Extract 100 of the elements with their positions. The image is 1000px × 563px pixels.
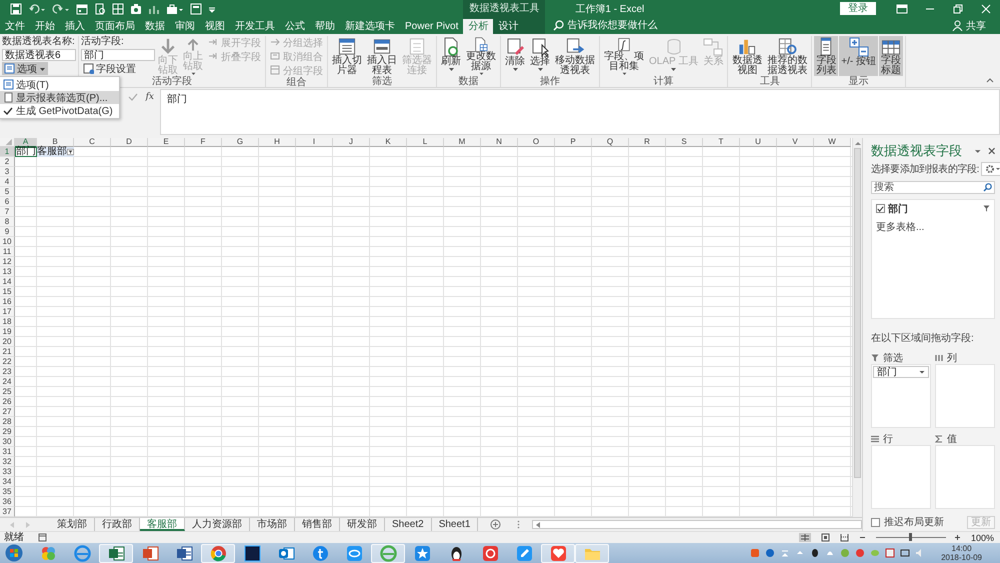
row-header[interactable]: 18 (0, 317, 15, 327)
ribbon-tab[interactable]: 新建选项卡 (340, 19, 400, 34)
zoom-out-icon[interactable] (858, 534, 866, 541)
ribbon-display-icon[interactable] (896, 4, 908, 14)
collapse-ribbon-icon[interactable] (986, 77, 994, 83)
checkbox[interactable] (876, 204, 885, 214)
menu-item[interactable]: 选项(T) (0, 78, 119, 91)
column-header[interactable]: K (370, 138, 407, 147)
row-header[interactable]: 29 (0, 427, 15, 437)
row-header[interactable]: 31 (0, 447, 15, 457)
row-header[interactable]: 17 (0, 307, 15, 317)
row-header[interactable]: 13 (0, 267, 15, 277)
ribbon-button[interactable]: +/- 按钮 (839, 36, 878, 76)
ribbon-tab[interactable]: 审阅 (170, 19, 200, 34)
zoom-level[interactable]: 100% (970, 532, 994, 542)
ribbon-tab[interactable]: Power Pivot (400, 19, 464, 34)
row-header[interactable]: 22 (0, 357, 15, 367)
row-header[interactable]: 15 (0, 287, 15, 297)
insert-function-button[interactable]: fx (146, 92, 154, 102)
column-header[interactable]: V (777, 138, 814, 147)
ribbon-button[interactable]: 字段、项目和集 (602, 36, 646, 76)
splitter-icon[interactable] (517, 520, 520, 529)
calendar-icon[interactable] (76, 2, 88, 14)
horizontal-scrollbar[interactable] (532, 520, 862, 529)
scroll-up-icon[interactable] (854, 140, 862, 146)
column-header[interactable]: L (407, 138, 444, 147)
scroll-left-icon[interactable] (535, 520, 541, 528)
area-field-item[interactable]: 部门 (873, 366, 929, 378)
form-icon[interactable] (190, 2, 202, 14)
toolbox-icon[interactable] (166, 2, 184, 14)
row-header[interactable]: 4 (0, 177, 15, 187)
ribbon-button[interactable]: 插入切片器 (330, 36, 364, 76)
camera-icon[interactable] (130, 2, 142, 14)
column-header[interactable]: E (148, 138, 185, 147)
menu-item[interactable]: 生成 GetPivotData(G) (0, 104, 119, 117)
formula-field[interactable]: 部门 (160, 89, 1000, 135)
slider-thumb[interactable] (909, 533, 912, 541)
column-header[interactable]: D (111, 138, 148, 147)
zoom-in-icon[interactable] (954, 534, 961, 541)
row-header[interactable]: 5 (0, 187, 15, 197)
ribbon-tab[interactable]: 分析 (463, 19, 494, 34)
row-header[interactable]: 30 (0, 437, 15, 447)
ribbon-tab[interactable]: 公式 (280, 19, 310, 34)
row-header[interactable]: 10 (0, 237, 15, 247)
ribbon-tab[interactable]: 视图 (200, 19, 230, 34)
restore-icon[interactable] (952, 4, 964, 14)
ribbon-button[interactable]: 字段列表 (814, 36, 838, 76)
add-sheet-icon[interactable] (490, 519, 502, 530)
field-name[interactable]: 部门 (888, 202, 908, 216)
column-header[interactable]: H (259, 138, 296, 147)
sheet-tab[interactable]: 客服部 (140, 518, 185, 531)
undo-icon[interactable] (28, 2, 46, 14)
column-header[interactable]: A (15, 138, 37, 147)
ribbon-tab[interactable]: 开始 (30, 19, 60, 34)
row-header[interactable]: 27 (0, 407, 15, 417)
macro-record-icon[interactable] (38, 533, 47, 542)
ribbon-button[interactable]: 刷新 (439, 36, 463, 76)
ribbon-button[interactable]: 选择 (528, 36, 552, 76)
more-tables-link[interactable]: 更多表格... (876, 220, 990, 234)
column-header[interactable]: R (629, 138, 666, 147)
vertical-scrollbar[interactable] (852, 138, 862, 517)
column-header[interactable]: Q (592, 138, 629, 147)
row-header[interactable]: 2 (0, 157, 15, 167)
row-header[interactable]: 23 (0, 367, 15, 377)
menu-item[interactable]: 显示报表筛选页(P)... (0, 91, 119, 104)
row-header[interactable]: 33 (0, 467, 15, 477)
column-header[interactable]: P (555, 138, 592, 147)
column-header[interactable]: W (814, 138, 851, 147)
ribbon-button[interactable]: 插入日程表 (365, 36, 399, 76)
ribbon-button[interactable]: 字段设置 (81, 62, 155, 75)
ribbon-tab[interactable]: 数据 (140, 19, 170, 34)
pivot-filter-cell[interactable]: 客服部 (37, 147, 74, 157)
row-header[interactable]: 32 (0, 457, 15, 467)
search-field[interactable]: 搜索 (871, 180, 995, 194)
ribbon-tab[interactable]: 页面布局 (90, 19, 140, 34)
row-header[interactable]: 24 (0, 377, 15, 387)
text-field[interactable]: 数据透视表6 (2, 49, 76, 61)
row-header[interactable]: 3 (0, 167, 15, 177)
drop-area[interactable]: 部门 (871, 364, 931, 428)
ribbon-button[interactable]: 字段标题 (879, 36, 904, 76)
ribbon-tab[interactable]: 插入 (60, 19, 90, 34)
enter-check-icon[interactable] (128, 92, 138, 102)
ribbon-tab[interactable]: 开发工具 (230, 19, 280, 34)
tray-icon[interactable] (900, 548, 910, 558)
row-header[interactable]: 16 (0, 297, 15, 307)
row-header[interactable]: 37 (0, 507, 15, 517)
clock-date[interactable]: 2018-10-09 (941, 553, 982, 562)
column-header[interactable]: O (518, 138, 555, 147)
row-header[interactable]: 28 (0, 417, 15, 427)
ribbon-button[interactable]: 数据透视图 (730, 36, 764, 76)
filter-button[interactable] (67, 148, 74, 156)
save-icon[interactable] (10, 2, 22, 14)
row-header[interactable]: 14 (0, 277, 15, 287)
grid-icon[interactable] (112, 2, 124, 14)
column-header[interactable]: U (740, 138, 777, 147)
ribbon-button[interactable]: 清除 (503, 36, 527, 76)
caret-icon[interactable] (974, 147, 982, 156)
ribbon-button[interactable]: 推荐的数据透视表 (765, 36, 810, 76)
row-header[interactable]: 1 (0, 147, 15, 157)
ribbon-button[interactable]: 移动数据透视表 (553, 36, 597, 76)
